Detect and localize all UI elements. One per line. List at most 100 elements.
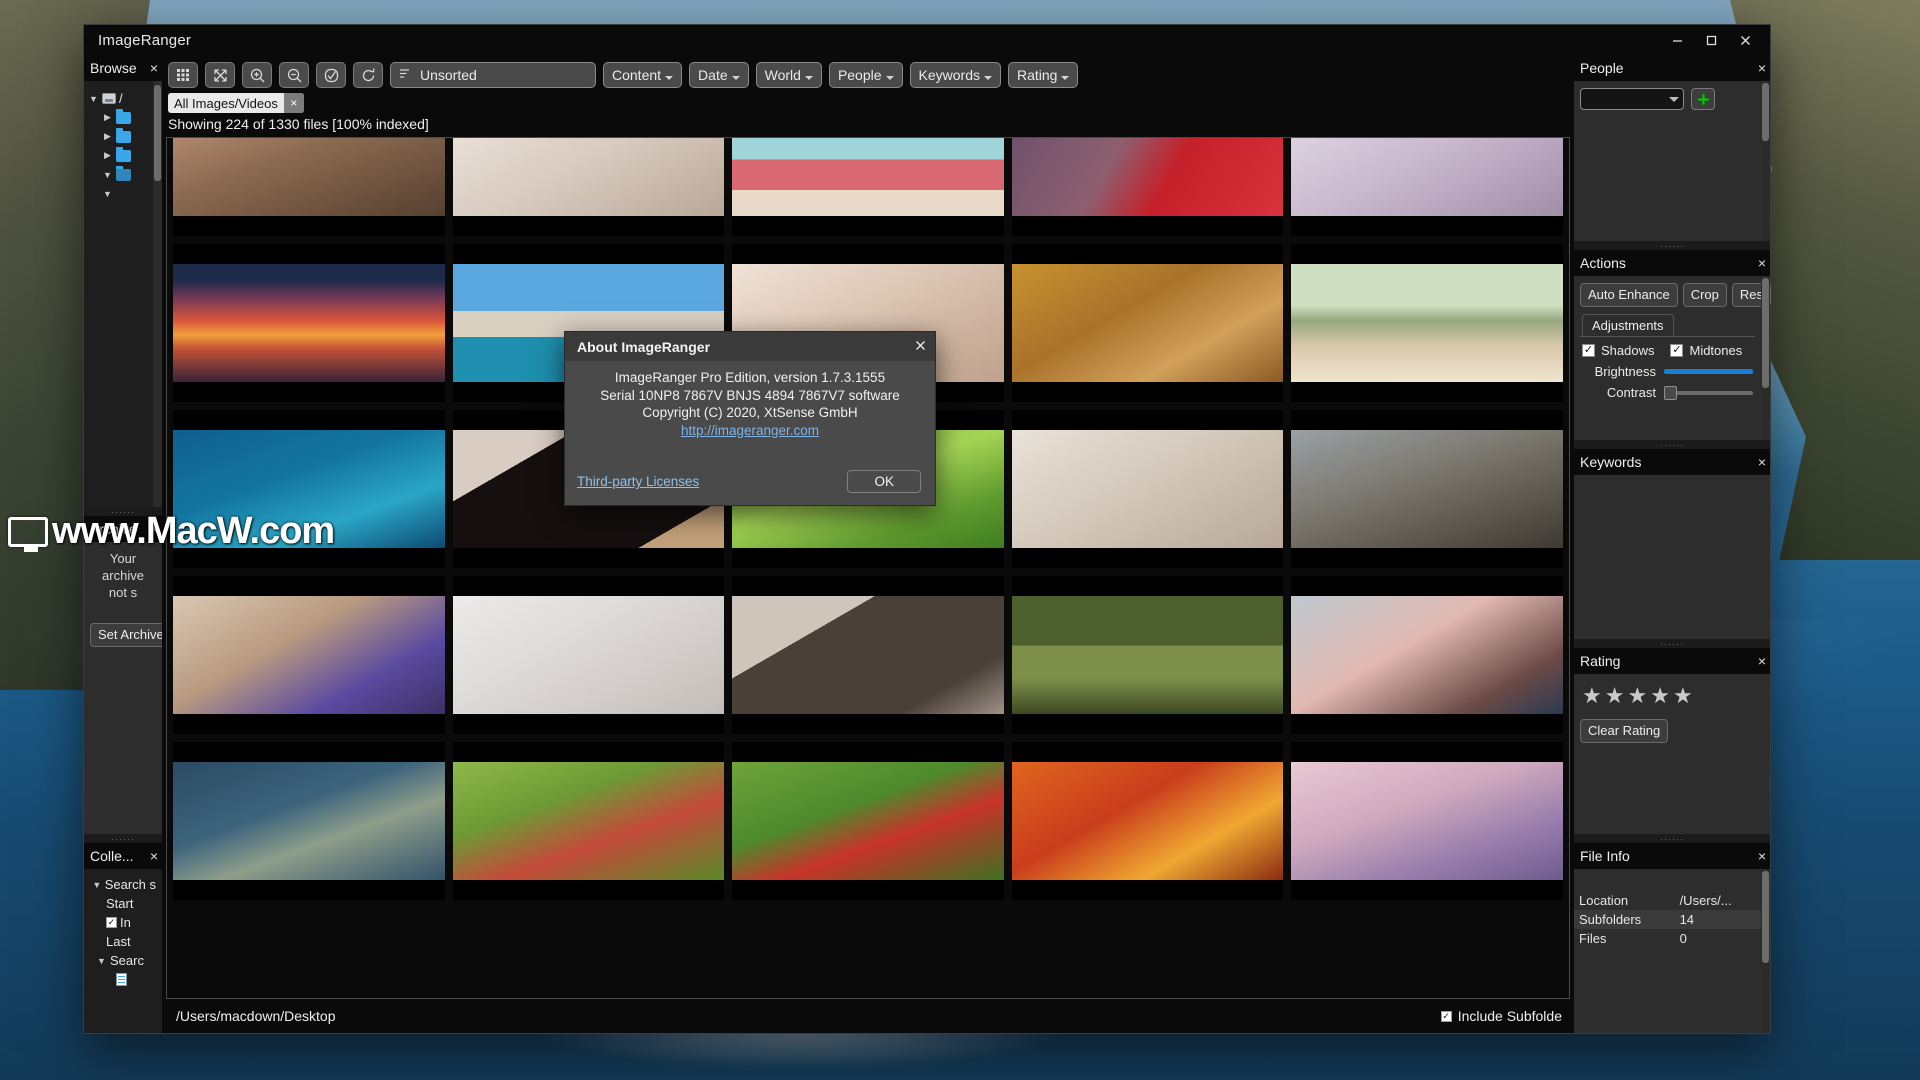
about-dialog-close-icon[interactable] xyxy=(914,339,927,355)
twisty-icon[interactable]: ▼ xyxy=(102,189,113,199)
tree-row[interactable]: ▼ / xyxy=(84,89,153,108)
close-icon[interactable] xyxy=(1728,27,1762,53)
collection-row[interactable]: ▼ Searc xyxy=(90,951,156,970)
twisty-icon[interactable]: ▼ xyxy=(96,956,107,966)
about-website-link[interactable]: http://imageranger.com xyxy=(681,423,819,438)
include-subfolders-toggle[interactable]: ✓ Include Subfolde xyxy=(1440,1008,1562,1024)
panel-splitter-grip[interactable] xyxy=(1574,440,1770,449)
filter-rating-button[interactable]: Rating xyxy=(1008,62,1079,88)
twisty-icon[interactable]: ▼ xyxy=(102,170,113,180)
sort-dropdown[interactable]: Unsorted xyxy=(390,62,596,88)
actions-panel-scrollbar[interactable] xyxy=(1761,276,1770,440)
thumbnail-cell[interactable] xyxy=(1291,244,1563,402)
twisty-icon[interactable]: ▼ xyxy=(92,880,102,890)
keywords-panel-close-icon[interactable]: × xyxy=(1758,454,1766,470)
filter-people-button[interactable]: People xyxy=(828,62,903,88)
thumbnail-cell[interactable] xyxy=(732,138,1004,236)
twisty-icon[interactable]: ▼ xyxy=(88,94,99,104)
rating-panel-close-icon[interactable]: × xyxy=(1758,653,1766,669)
panel-splitter-grip[interactable] xyxy=(1574,241,1770,250)
thumbnail-cell[interactable] xyxy=(452,742,725,900)
midtones-checkbox[interactable]: ✓ xyxy=(1670,344,1684,357)
tree-row[interactable]: ▶ xyxy=(84,146,153,165)
thumbnail-cell[interactable] xyxy=(452,576,725,734)
actions-panel-close-icon[interactable]: × xyxy=(1758,255,1766,271)
thumbnail-cell[interactable] xyxy=(1011,742,1284,900)
filter-content-button[interactable]: Content xyxy=(603,62,683,88)
filter-chip[interactable]: All Images/Videos × xyxy=(168,93,304,113)
thumbnail-cell[interactable] xyxy=(1011,244,1284,402)
tab-adjustments[interactable]: Adjustments xyxy=(1582,314,1674,336)
zoom-out-icon[interactable] xyxy=(279,62,309,88)
shadows-checkbox[interactable]: ✓ xyxy=(1582,344,1595,357)
archive-panel-close-icon[interactable]: × xyxy=(150,521,158,537)
scrollbar-thumb[interactable] xyxy=(154,85,161,181)
minimize-icon[interactable] xyxy=(1660,27,1694,53)
collection-row[interactable]: Start xyxy=(90,894,156,913)
thumbnail-grid-container[interactable] xyxy=(166,137,1570,999)
twisty-icon[interactable]: ▶ xyxy=(102,150,113,161)
folder-tree[interactable]: ▼ / ▶ ▶ ▶ ▼ ▼ xyxy=(84,81,162,507)
thumbnail-cell[interactable] xyxy=(173,138,445,236)
file-info-scrollbar[interactable] xyxy=(1761,869,1770,1033)
grid-view-icon[interactable] xyxy=(168,62,198,88)
contrast-slider[interactable] xyxy=(1664,385,1753,400)
select-check-icon[interactable] xyxy=(316,62,346,88)
panel-splitter-grip[interactable] xyxy=(1574,639,1770,648)
people-select[interactable] xyxy=(1580,88,1684,110)
rating-star[interactable]: ★ xyxy=(1673,685,1693,707)
thumbnail-cell[interactable] xyxy=(1291,138,1563,236)
scrollbar-thumb[interactable] xyxy=(1762,871,1769,963)
panel-splitter-grip[interactable] xyxy=(1574,834,1770,843)
tree-row[interactable]: ▶ xyxy=(84,108,153,127)
maximize-icon[interactable] xyxy=(1694,27,1728,53)
fullscreen-icon[interactable] xyxy=(205,62,235,88)
browse-panel-close-icon[interactable]: × xyxy=(150,60,158,76)
contrast-slider-knob[interactable] xyxy=(1664,385,1677,400)
third-party-licenses-link[interactable]: Third-party Licenses xyxy=(577,474,699,489)
set-archive-button[interactable]: Set Archive xyxy=(90,623,162,647)
collection-checkbox[interactable]: ✓ xyxy=(106,917,117,928)
include-subfolders-checkbox[interactable]: ✓ xyxy=(1440,1010,1452,1022)
people-panel-close-icon[interactable]: × xyxy=(1758,60,1766,76)
thumbnail-cell[interactable] xyxy=(1291,576,1563,734)
tree-row[interactable]: ▼ xyxy=(84,184,153,203)
scrollbar-thumb[interactable] xyxy=(1762,83,1769,141)
scrollbar-thumb[interactable] xyxy=(1762,278,1769,388)
brightness-slider[interactable] xyxy=(1664,369,1753,374)
filter-keywords-button[interactable]: Keywords xyxy=(909,62,1001,88)
people-panel-scrollbar[interactable] xyxy=(1761,81,1770,241)
file-info-panel-close-icon[interactable]: × xyxy=(1758,848,1766,864)
folder-tree-scrollbar[interactable] xyxy=(153,81,162,507)
twisty-icon[interactable]: ▶ xyxy=(102,131,113,142)
thumbnail-cell[interactable] xyxy=(732,742,1004,900)
thumbnail-cell[interactable] xyxy=(1011,138,1284,236)
panel-splitter-grip[interactable] xyxy=(84,834,162,843)
filter-date-button[interactable]: Date xyxy=(689,62,749,88)
keywords-panel-body[interactable] xyxy=(1574,475,1770,639)
collections-panel-close-icon[interactable]: × xyxy=(150,848,158,864)
ok-button[interactable]: OK xyxy=(847,470,921,493)
thumbnail-cell[interactable] xyxy=(732,576,1004,734)
rating-star[interactable]: ★ xyxy=(1582,685,1602,707)
crop-button[interactable]: Crop xyxy=(1682,283,1727,307)
panel-splitter-grip[interactable] xyxy=(84,507,162,516)
zoom-in-icon[interactable] xyxy=(242,62,272,88)
thumbnail-cell[interactable] xyxy=(1011,576,1284,734)
auto-enhance-button[interactable]: Auto Enhance xyxy=(1580,283,1678,307)
twisty-icon[interactable]: ▶ xyxy=(102,112,113,123)
thumbnail-cell[interactable] xyxy=(1011,410,1284,568)
rating-star[interactable]: ★ xyxy=(1605,685,1625,707)
thumbnail-cell[interactable] xyxy=(1291,410,1563,568)
thumbnail-cell[interactable] xyxy=(173,576,445,734)
tree-row[interactable]: ▶ xyxy=(84,127,153,146)
collection-row[interactable]: ✓ In xyxy=(90,913,156,932)
collections-tree[interactable]: ▼ Search s Start ✓ In Last ▼ Searc xyxy=(84,869,162,1033)
thumbnail-cell[interactable] xyxy=(173,410,445,568)
thumbnail-cell[interactable] xyxy=(452,138,725,236)
collection-row[interactable]: ▼ Search s xyxy=(90,875,156,894)
collection-row[interactable] xyxy=(90,970,156,989)
rating-stars[interactable]: ★ ★ ★ ★ ★ xyxy=(1582,685,1764,707)
filter-world-button[interactable]: World xyxy=(755,62,822,88)
filter-chip-close-icon[interactable]: × xyxy=(283,93,304,113)
